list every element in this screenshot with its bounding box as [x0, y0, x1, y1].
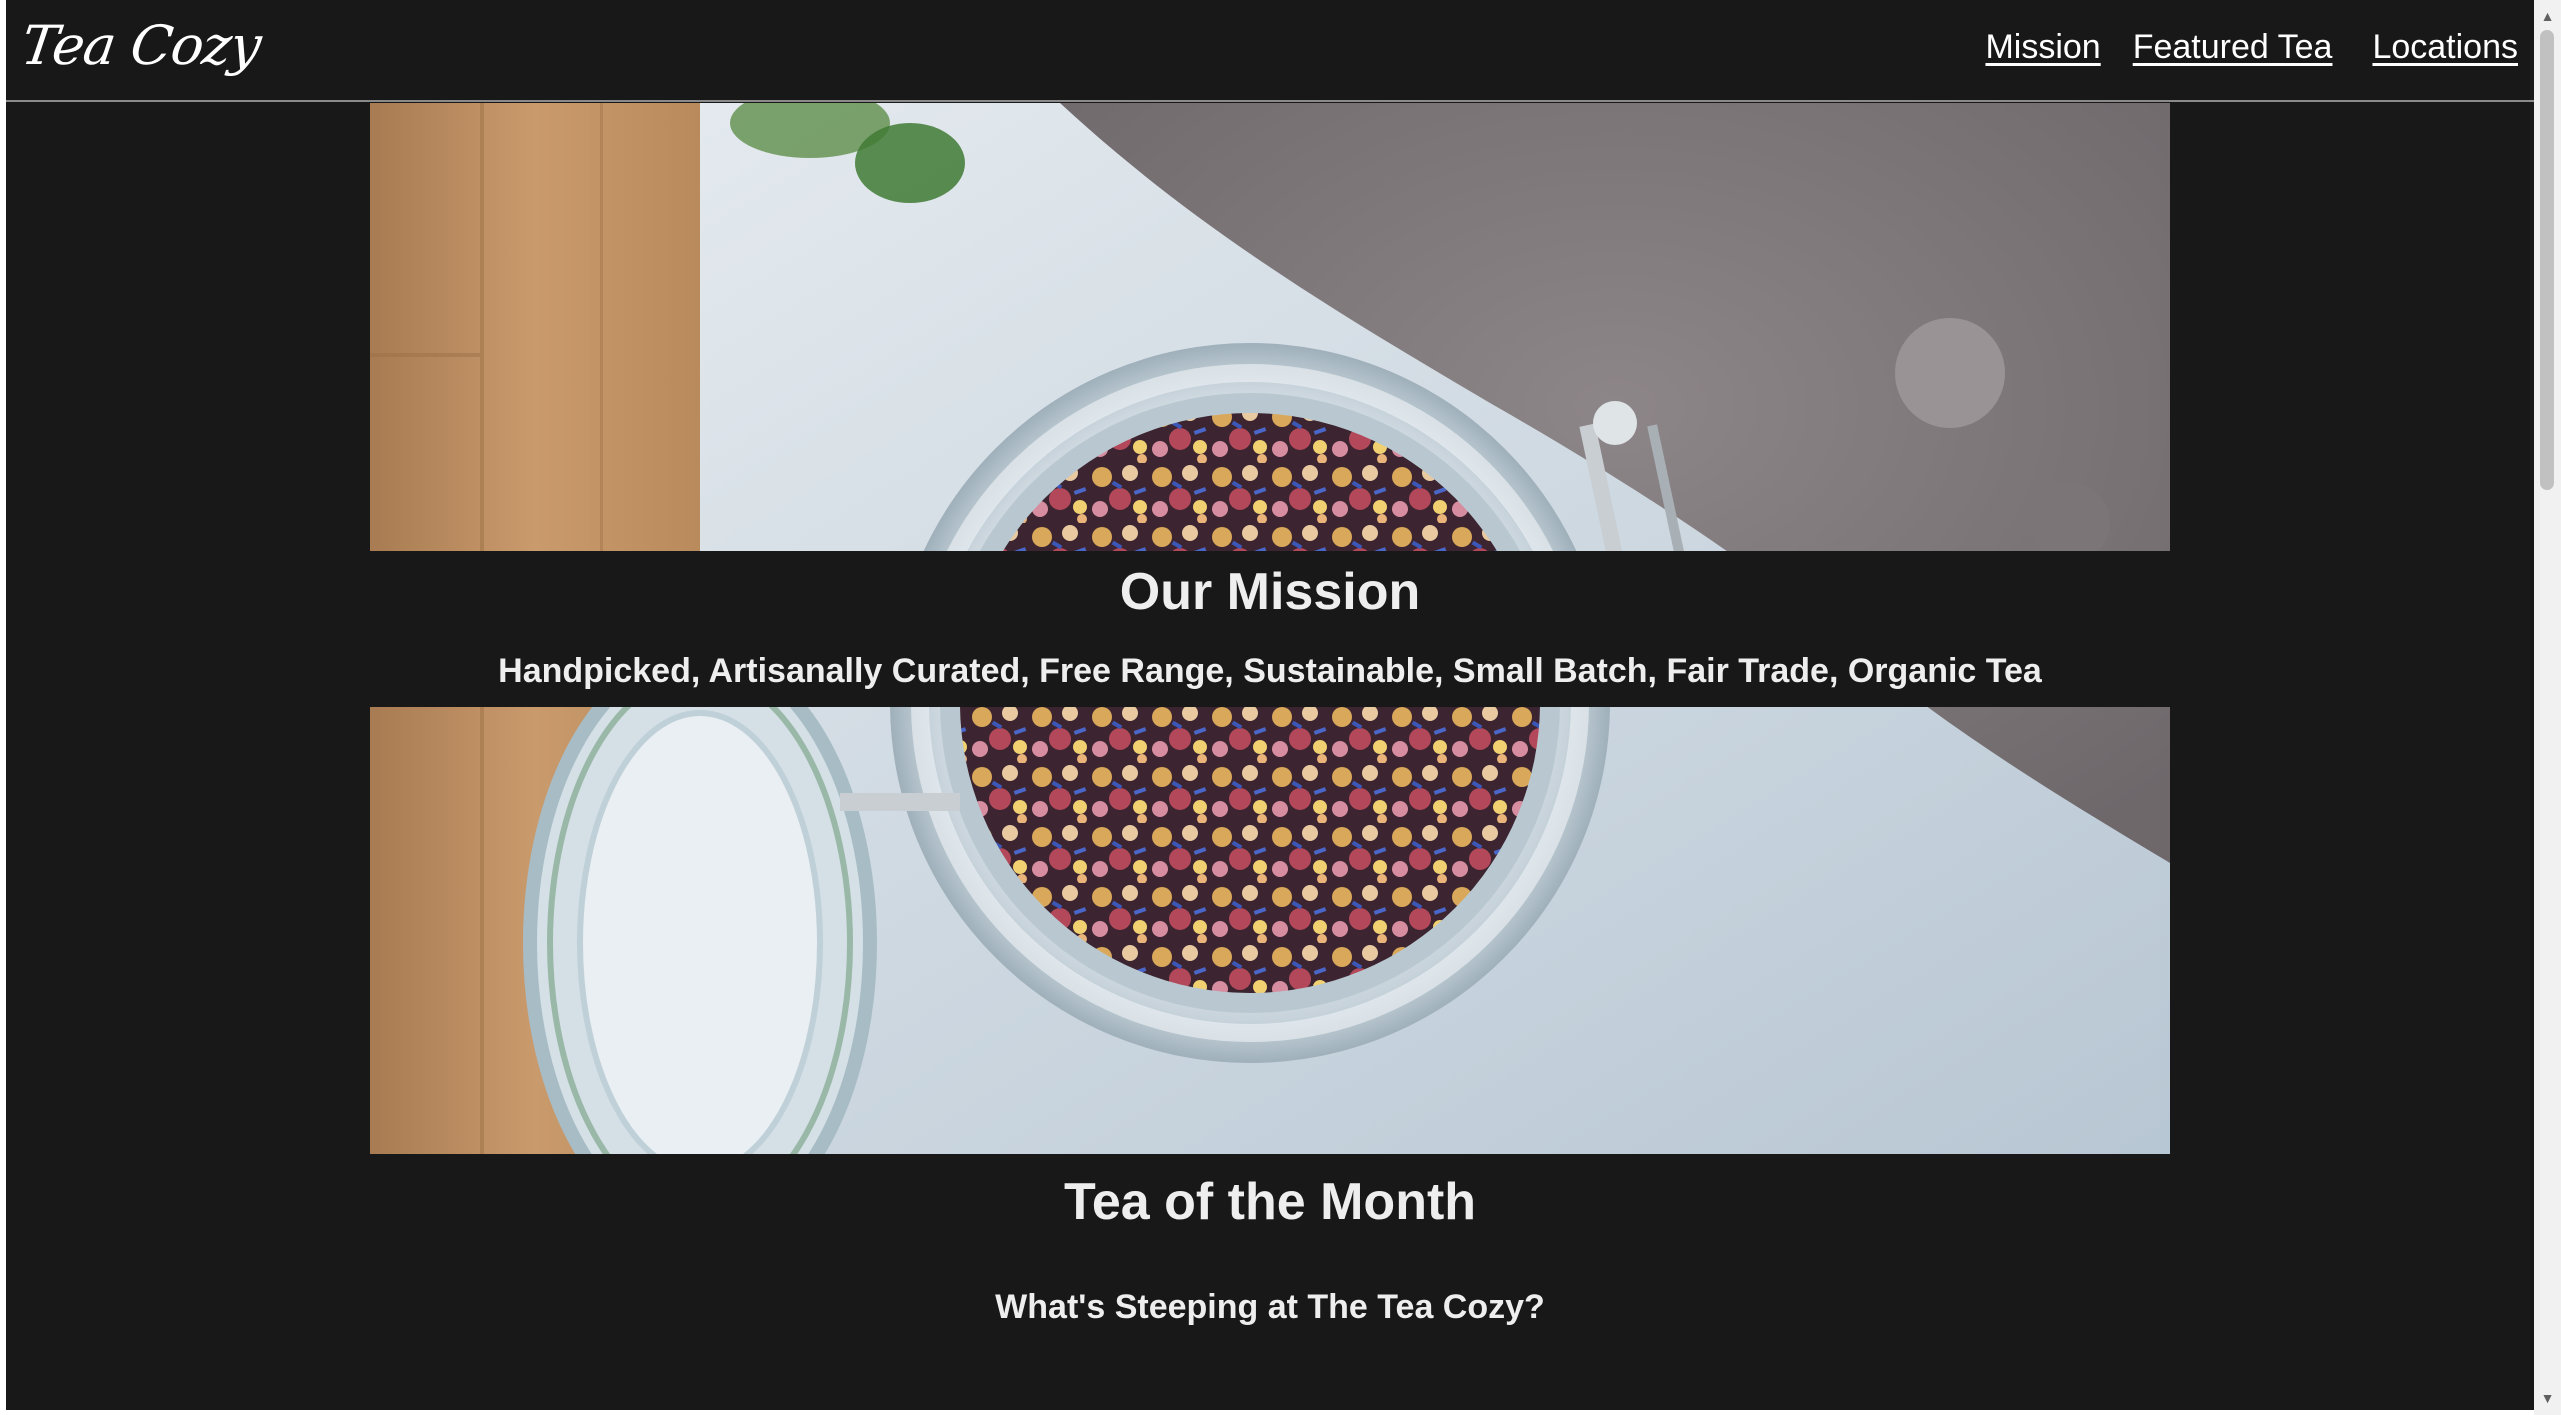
mission-hero-image-top: [370, 103, 2170, 551]
nav-link-featured-tea[interactable]: Featured Tea: [2133, 28, 2333, 67]
vertical-scrollbar[interactable]: ▲ ▼: [2534, 0, 2561, 1415]
featured-heading: Tea of the Month: [1063, 1173, 1477, 1231]
page-viewport: Tea Cozy Mission Featured Tea Locations: [6, 0, 2534, 1410]
mission-hero-image-bottom: [370, 707, 2170, 1154]
featured-subheading: What's Steeping at The Tea Cozy?: [995, 1288, 1545, 1326]
nav-link-mission[interactable]: Mission: [1985, 28, 2100, 67]
main-nav: Mission Featured Tea Locations: [1985, 28, 2518, 67]
mission-heading: Our Mission: [1119, 563, 1421, 621]
tea-cozy-logo[interactable]: Tea Cozy: [18, 14, 265, 77]
tea-jar-photo: [370, 707, 2170, 1154]
nav-link-locations[interactable]: Locations: [2372, 28, 2518, 67]
mission-description: Handpicked, Artisanally Curated, Free Ra…: [498, 652, 2042, 690]
site-header: Tea Cozy Mission Featured Tea Locations: [6, 0, 2534, 102]
scrollbar-thumb[interactable]: [2540, 30, 2554, 490]
scroll-down-arrow-icon[interactable]: ▼: [2534, 1384, 2561, 1411]
scroll-up-arrow-icon[interactable]: ▲: [2534, 2, 2561, 29]
tea-jar-photo: [370, 103, 2170, 551]
